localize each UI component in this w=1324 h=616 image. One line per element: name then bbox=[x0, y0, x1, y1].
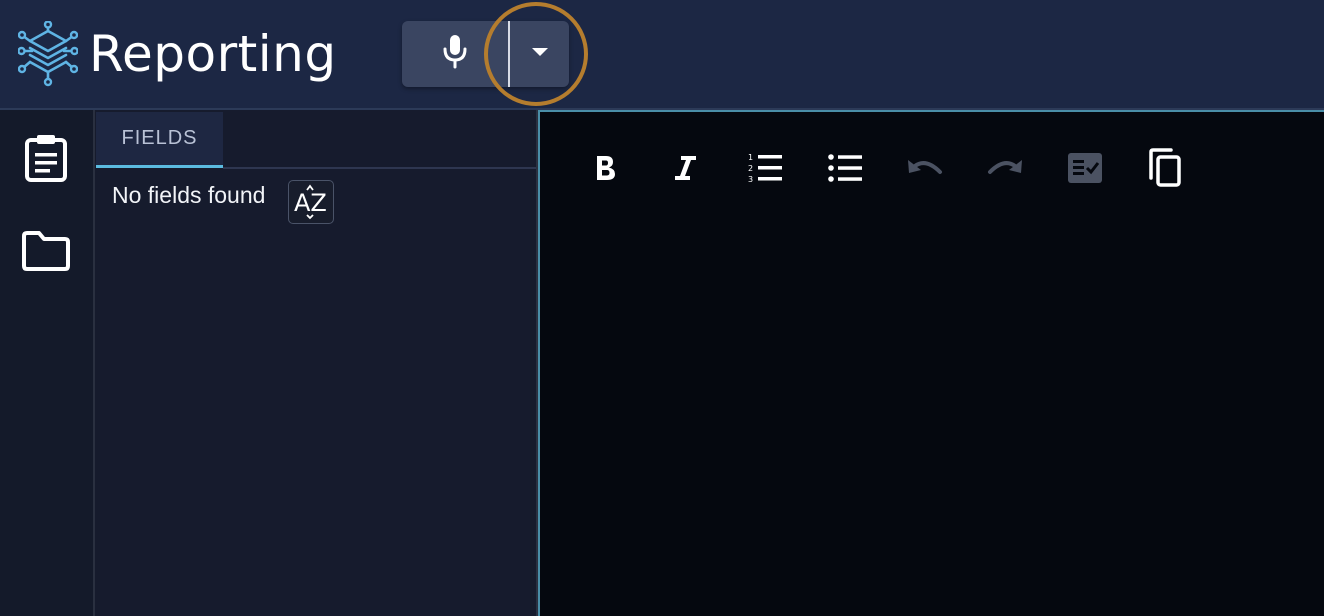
empty-fields-message: No fields found bbox=[112, 182, 266, 208]
italic-button[interactable] bbox=[661, 142, 709, 198]
app-title: Reporting bbox=[89, 25, 337, 83]
sort-az-icon: AZ bbox=[291, 184, 331, 220]
caret-down-icon bbox=[530, 45, 550, 63]
redo-icon bbox=[986, 156, 1024, 185]
clipboard-icon bbox=[23, 133, 69, 188]
bold-icon bbox=[592, 153, 618, 188]
folder-icon bbox=[21, 230, 71, 277]
dictation-split-button bbox=[402, 21, 569, 87]
app-header: Reporting bbox=[0, 0, 1324, 110]
rail-item-reports[interactable] bbox=[20, 134, 72, 186]
checklist-icon bbox=[1067, 152, 1103, 189]
neural-network-icon bbox=[17, 20, 79, 87]
tab-strip-divider bbox=[223, 167, 536, 169]
undo-icon bbox=[906, 156, 944, 185]
redo-button[interactable] bbox=[981, 142, 1029, 198]
sort-az-button[interactable]: AZ bbox=[288, 180, 334, 224]
app-window: Reporting FIELDS No fields found AZ 1 2 … bbox=[0, 0, 1324, 616]
italic-icon bbox=[672, 153, 698, 188]
microphone-icon bbox=[442, 34, 468, 75]
numbered-list-button[interactable]: 1 2 3 bbox=[741, 142, 789, 198]
rail-item-folders[interactable] bbox=[20, 227, 72, 279]
report-editor[interactable]: 1 2 3 bbox=[538, 110, 1324, 616]
tab-fields[interactable]: FIELDS bbox=[96, 112, 223, 168]
svg-text:1: 1 bbox=[748, 153, 753, 162]
svg-text:2: 2 bbox=[748, 164, 753, 173]
svg-text:3: 3 bbox=[748, 175, 753, 184]
dictation-options-dropdown[interactable] bbox=[510, 21, 569, 87]
start-dictation-button[interactable] bbox=[402, 21, 508, 87]
bulleted-list-button[interactable] bbox=[821, 142, 869, 198]
numbered-list-icon: 1 2 3 bbox=[747, 152, 783, 189]
undo-button[interactable] bbox=[901, 142, 949, 198]
fields-panel: FIELDS No fields found AZ bbox=[95, 110, 538, 616]
copy-icon bbox=[1147, 147, 1183, 193]
bulleted-list-icon bbox=[827, 152, 863, 189]
copy-button[interactable] bbox=[1141, 142, 1189, 198]
bold-button[interactable] bbox=[581, 142, 629, 198]
checklist-button[interactable] bbox=[1061, 142, 1109, 198]
left-rail bbox=[0, 110, 95, 616]
